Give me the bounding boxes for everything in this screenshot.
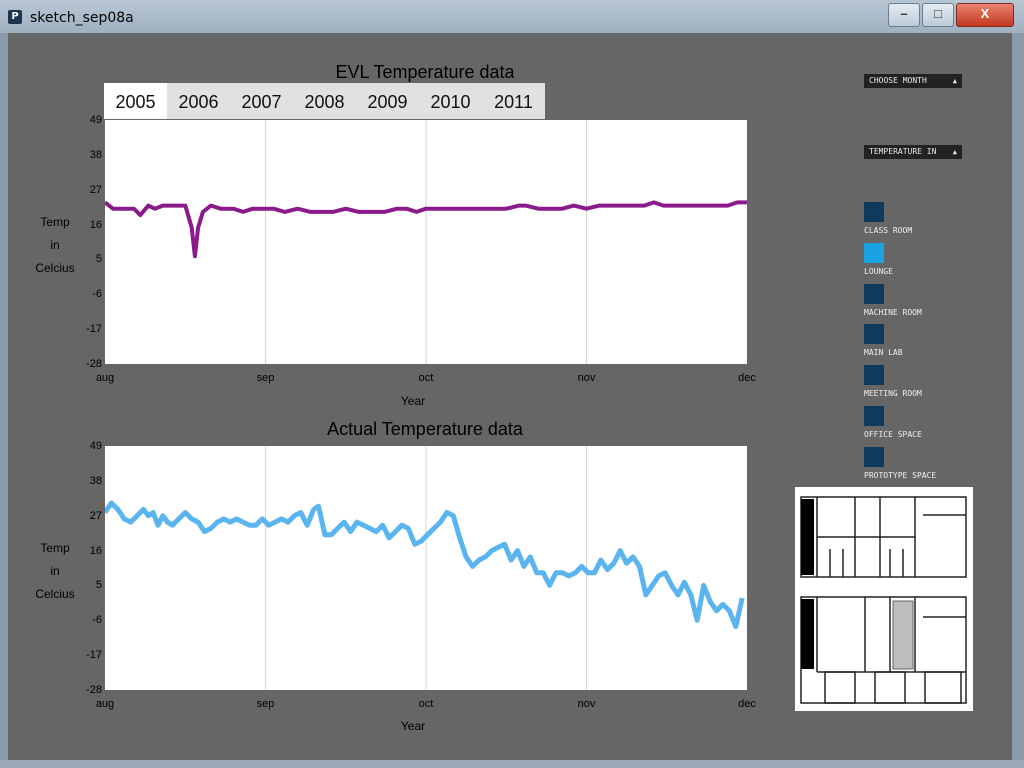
y-tick-label: -28 — [86, 684, 102, 696]
x-tick-label: nov — [577, 372, 596, 384]
actual-ylabel-3: Celcius — [35, 587, 75, 601]
x-tick-label: aug — [95, 698, 115, 710]
evl-ylabel-1: Temp — [40, 215, 70, 229]
y-tick-label: 49 — [89, 440, 102, 452]
y-tick-label: -6 — [92, 288, 102, 301]
window-bottom-border — [0, 760, 1024, 768]
actual-xlabel: Year — [400, 719, 426, 733]
maximize-button[interactable]: □ — [922, 3, 954, 27]
x-tick-label: oct — [418, 698, 434, 710]
x-tick-label: oct — [418, 372, 434, 384]
choose-month-label: CHOOSE MONTH — [869, 76, 927, 85]
evl-plot-area — [103, 120, 747, 364]
chart-title-evl: EVL Temperature data — [335, 62, 515, 82]
tab-2007[interactable]: 2007 — [230, 83, 293, 119]
floor-plan-highlighted-room — [892, 600, 914, 670]
caret-up-icon: ▲ — [952, 77, 957, 85]
tab-2011[interactable]: 2011 — [482, 83, 545, 119]
x-tick-label: dec — [738, 698, 756, 710]
choose-month-dropdown[interactable]: CHOOSE MONTH ▲ — [864, 74, 962, 88]
tab-2006[interactable]: 2006 — [167, 83, 230, 119]
actual-temperature-chart — [102, 446, 745, 690]
actual-ylabel-1: Temp — [40, 541, 70, 555]
x-tick-label: sep — [256, 698, 275, 710]
x-tick-label: dec — [738, 372, 756, 384]
evl-ylabel-2: in — [50, 238, 60, 252]
y-tick-label: 38 — [89, 148, 102, 161]
room-toggle-prototype-space[interactable] — [864, 446, 884, 467]
room-toggle-office-space[interactable] — [864, 406, 884, 426]
tab-2010[interactable]: 2010 — [419, 83, 482, 119]
caret-up-icon: ▲ — [952, 148, 957, 156]
actual-plot-area — [102, 446, 747, 690]
floor-plan-drawing — [800, 496, 967, 704]
y-tick-label: -17 — [86, 323, 102, 336]
close-button[interactable]: X — [956, 3, 1014, 27]
room-label: MEETING ROOM — [864, 389, 922, 399]
x-tick-label: aug — [95, 372, 115, 384]
room-label: LOUNGE — [864, 266, 893, 276]
room-toggle-class-room[interactable] — [864, 202, 884, 222]
minimize-button[interactable]: – — [888, 3, 920, 27]
y-tick-label: 27 — [89, 183, 102, 196]
floor-plan-black-room — [801, 599, 814, 669]
room-label: CLASS ROOM — [864, 226, 913, 235]
processing-p-icon: P — [8, 10, 22, 24]
actual-ylabel-2: in — [50, 564, 60, 578]
room-toggle-meeting-room[interactable] — [864, 365, 884, 386]
y-tick-label: 49 — [89, 114, 102, 126]
tab-2005[interactable]: 2005 — [104, 83, 167, 119]
room-label: MAIN LAB — [864, 348, 903, 358]
room-toggle-main-lab[interactable] — [864, 324, 884, 345]
tab-2009[interactable]: 2009 — [356, 83, 419, 119]
y-tick-label: 38 — [89, 474, 102, 487]
evl-temperature-chart — [103, 120, 747, 364]
y-tick-label: 27 — [89, 509, 102, 522]
x-tick-label: nov — [577, 698, 596, 710]
room-toggle-machine-room[interactable] — [864, 283, 884, 304]
floor-plan-black-room — [801, 499, 814, 575]
window-titlebar: P sketch_sep08a – □ X — [0, 0, 1024, 33]
evl-xlabel: Year — [400, 394, 426, 408]
y-tick-label: -6 — [92, 614, 102, 627]
evl-ylabel-3: Celcius — [35, 261, 75, 275]
floor-plan-map[interactable] — [795, 487, 973, 711]
y-tick-label: -28 — [86, 358, 102, 370]
y-tick-label: -17 — [86, 649, 102, 662]
room-toggle-lounge[interactable] — [864, 242, 884, 263]
room-label: PROTOTYPE SPACE — [864, 470, 937, 480]
window-title: sketch_sep08a — [30, 10, 134, 26]
room-label: MACHINE ROOM — [864, 307, 922, 317]
tab-2008[interactable]: 2008 — [293, 83, 356, 119]
x-tick-label: sep — [256, 372, 275, 384]
temperature-in-dropdown[interactable]: TEMPERATURE IN ▲ — [864, 145, 962, 159]
series-line — [102, 500, 745, 630]
chart-title-actual: Actual Temperature data — [327, 419, 523, 439]
room-label: OFFICE SPACE — [864, 430, 922, 439]
temperature-in-label: TEMPERATURE IN — [869, 147, 937, 156]
